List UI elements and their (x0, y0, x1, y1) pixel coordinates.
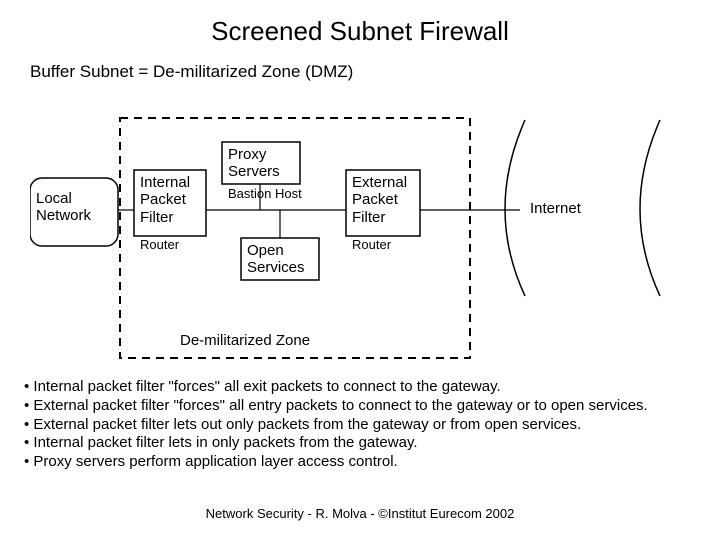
page-footer: Network Security - R. Molva - ©Institut … (0, 506, 720, 521)
page-subtitle: Buffer Subnet = De-militarized Zone (DMZ… (30, 62, 353, 82)
dmz-caption: De-militarized Zone (180, 332, 310, 349)
proxy-servers-label: Proxy Servers (228, 146, 280, 181)
internet-label: Internet (530, 200, 581, 217)
internet-arc-right (640, 120, 660, 296)
diagram-area: Local Network Internal Packet Filter Rou… (30, 100, 690, 370)
bullet-list: • Internal packet filter "forces" all ex… (24, 378, 696, 472)
page-title: Screened Subnet Firewall (0, 16, 720, 47)
diagram-svg (30, 100, 690, 370)
internet-arc-left (505, 120, 525, 296)
internal-pf-label: Internal Packet Filter (140, 174, 190, 226)
external-pf-sub-label: Router (352, 238, 391, 253)
bastion-host-label: Bastion Host (228, 187, 302, 202)
local-network-label: Local Network (36, 190, 91, 225)
external-pf-label: External Packet Filter (352, 174, 407, 226)
internal-pf-sub-label: Router (140, 238, 179, 253)
open-services-label: Open Services (247, 242, 305, 277)
